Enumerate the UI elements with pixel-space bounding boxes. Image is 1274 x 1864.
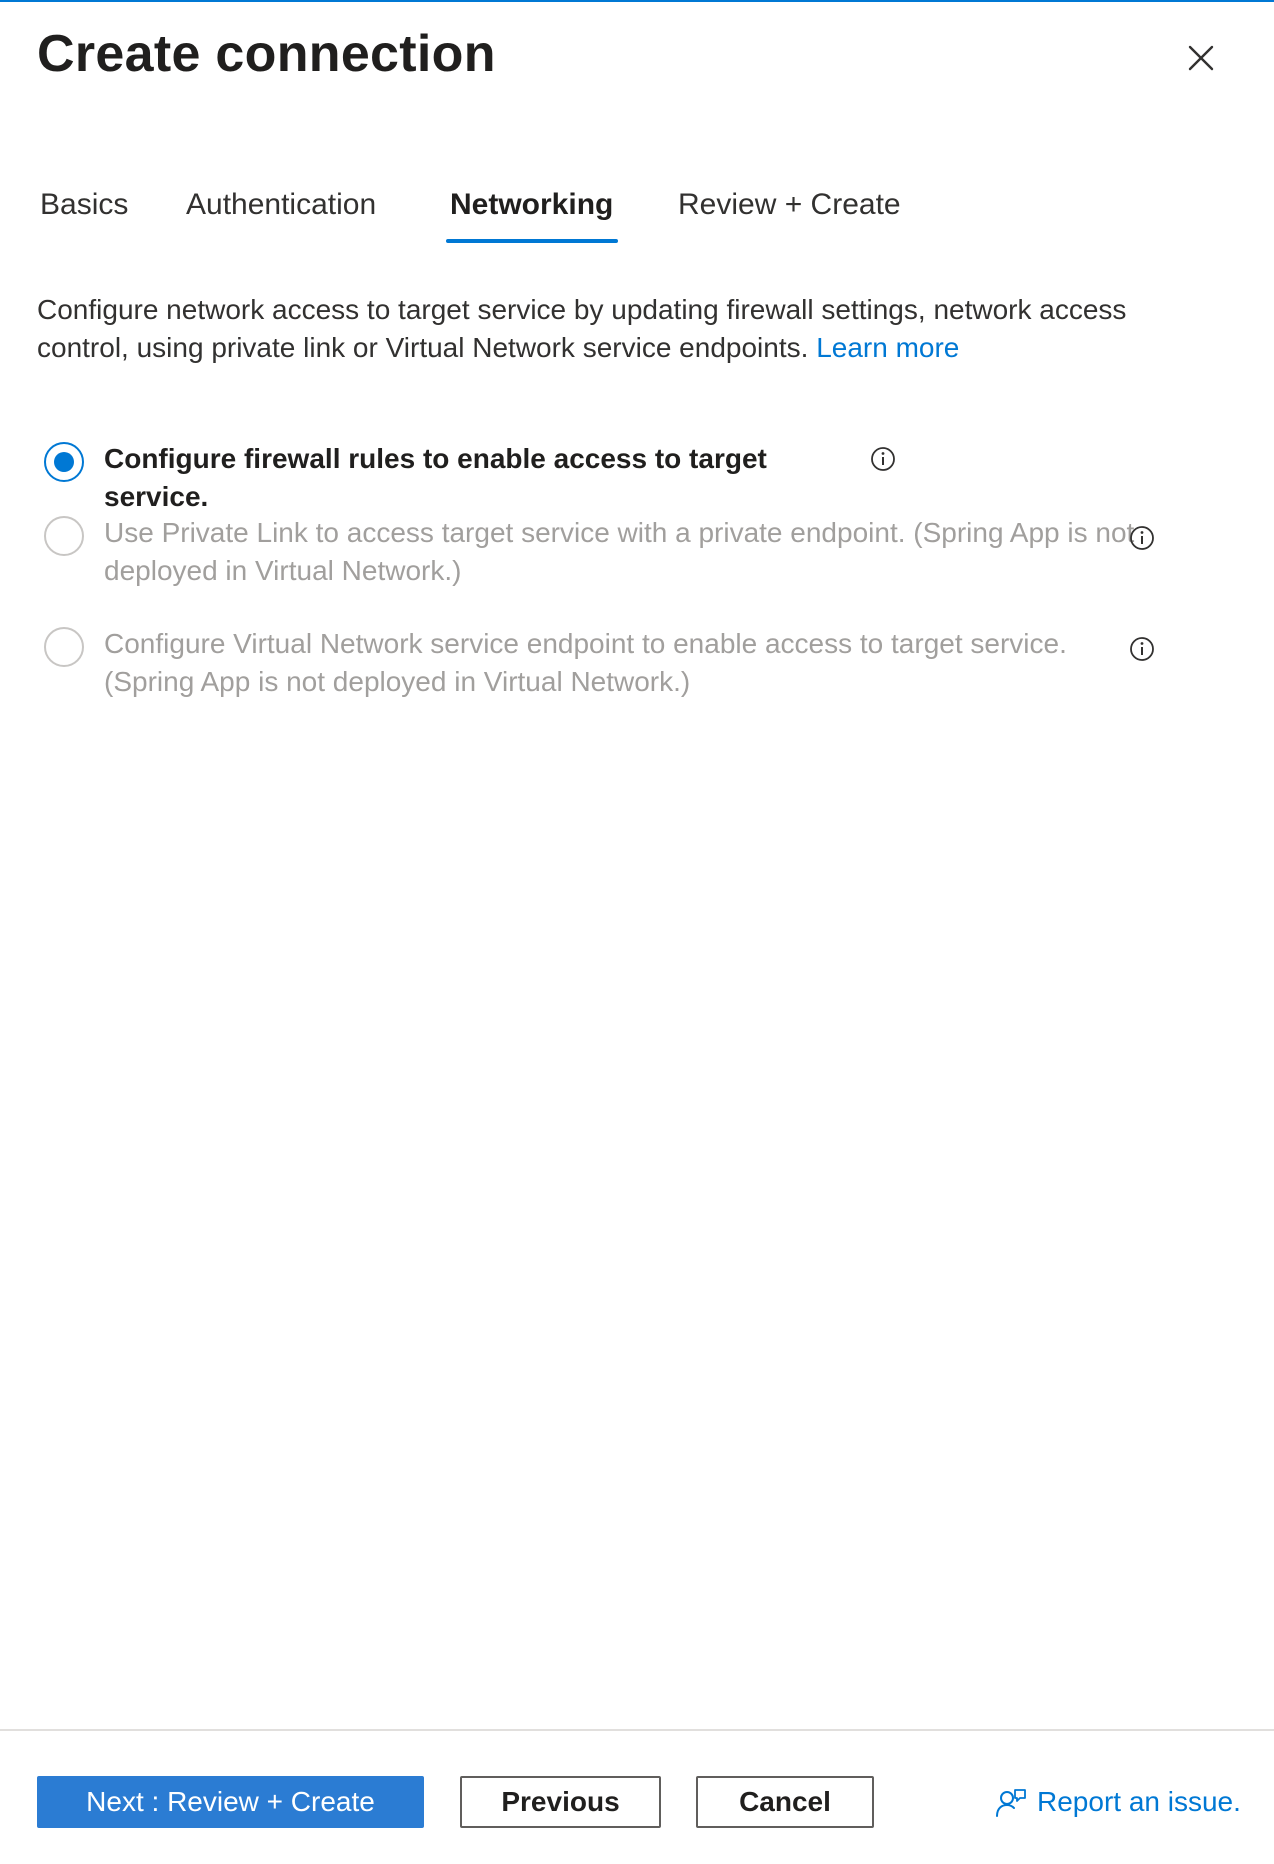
- radio-private-link[interactable]: [44, 516, 84, 556]
- learn-more-link[interactable]: Learn more: [816, 332, 959, 363]
- option-label: Use Private Link to access target servic…: [104, 517, 1135, 586]
- previous-button[interactable]: Previous: [460, 1776, 661, 1828]
- option-private-link[interactable]: Use Private Link to access target servic…: [44, 514, 1174, 594]
- dialog-title: Create connection: [37, 25, 496, 83]
- option-firewall-rules[interactable]: Configure firewall rules to enable acces…: [44, 440, 1174, 512]
- report-issue-label: Report an issue.: [1037, 1786, 1241, 1817]
- close-button[interactable]: [1178, 35, 1224, 81]
- radio-service-endpoint[interactable]: [44, 627, 84, 667]
- info-icon[interactable]: [1129, 636, 1155, 662]
- option-label: Configure Virtual Network service endpoi…: [104, 628, 1067, 697]
- description-text: Configure network access to target servi…: [37, 294, 1127, 363]
- close-icon: [1188, 45, 1214, 71]
- option-service-endpoint[interactable]: Configure Virtual Network service endpoi…: [44, 625, 1174, 705]
- top-accent-rule: [0, 0, 1274, 2]
- option-label: Configure firewall rules to enable acces…: [104, 443, 767, 512]
- tab-authentication[interactable]: Authentication: [186, 180, 376, 230]
- feedback-person-icon: [996, 1789, 1026, 1817]
- radio-firewall-rules[interactable]: [44, 442, 84, 482]
- tab-basics[interactable]: Basics: [40, 180, 128, 230]
- tab-networking[interactable]: Networking: [450, 180, 613, 230]
- networking-description: Configure network access to target servi…: [37, 291, 1197, 367]
- tab-review-create[interactable]: Review + Create: [678, 180, 901, 230]
- cancel-button[interactable]: Cancel: [696, 1776, 874, 1828]
- info-icon[interactable]: [1129, 525, 1155, 551]
- next-review-create-button[interactable]: Next : Review + Create: [37, 1776, 424, 1828]
- active-tab-indicator: [446, 239, 618, 243]
- info-icon[interactable]: [870, 446, 896, 472]
- footer-divider: [0, 1729, 1274, 1731]
